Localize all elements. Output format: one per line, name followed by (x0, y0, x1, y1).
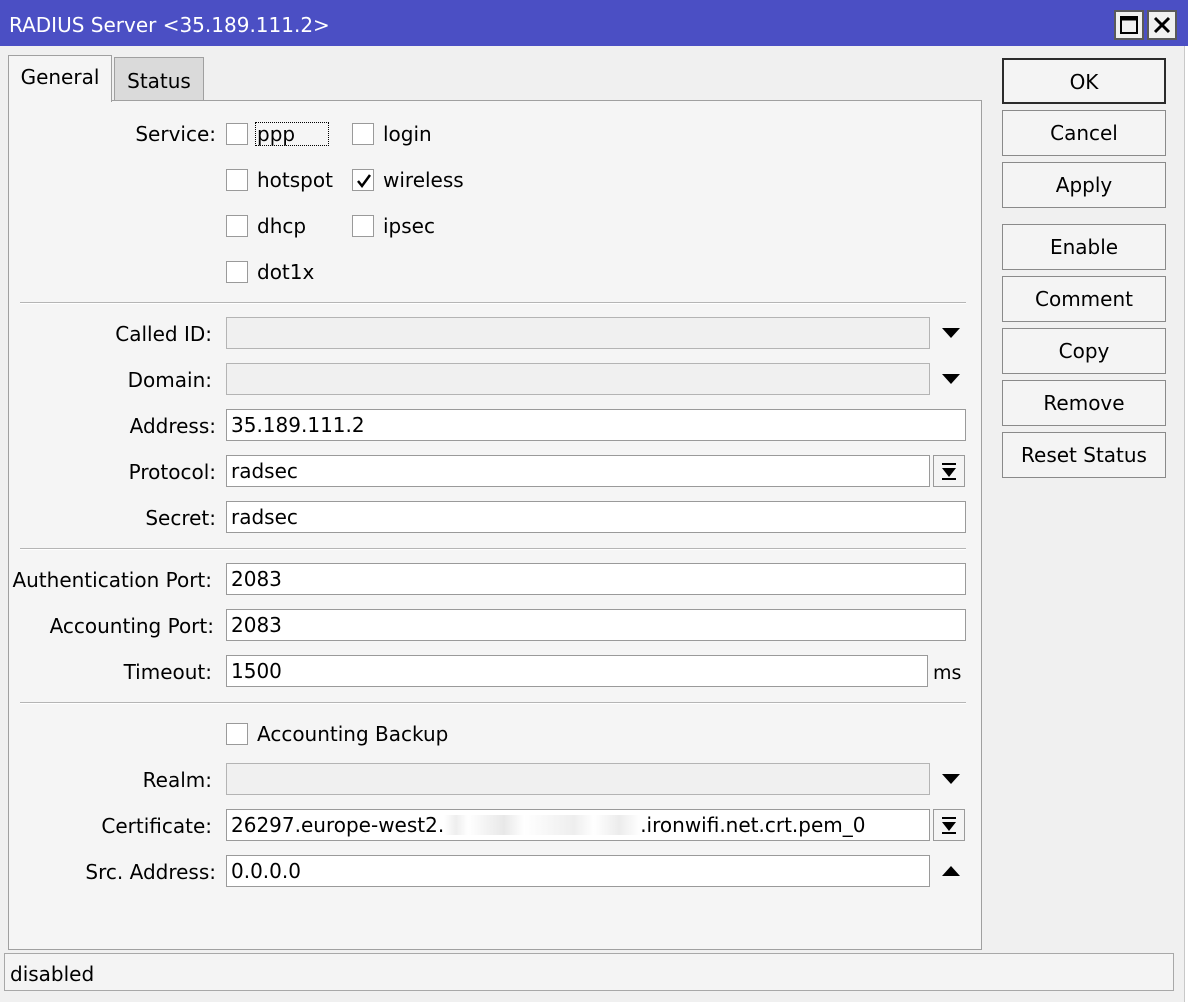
window-title: RADIUS Server <35.189.111.2> (9, 13, 330, 37)
login-label[interactable]: login (383, 123, 432, 145)
tab-general-label: General (20, 65, 100, 89)
comment-button[interactable]: Comment (1002, 276, 1166, 322)
certificate-dropdown-button[interactable] (933, 809, 965, 841)
close-icon (1153, 16, 1171, 34)
realm-label: Realm: (142, 768, 212, 792)
dropdown-list-icon (942, 463, 956, 480)
tab-general[interactable]: General (8, 55, 112, 102)
maximize-icon (1120, 16, 1138, 34)
cancel-button[interactable]: Cancel (1002, 110, 1166, 156)
window-border (1184, 46, 1188, 1002)
status-text: disabled (10, 962, 95, 986)
secret-input[interactable]: radsec (226, 501, 966, 533)
acct-port-label: Accounting Port: (49, 614, 214, 638)
realm-input[interactable] (226, 763, 930, 795)
certificate-label: Certificate: (101, 814, 212, 838)
separator (20, 702, 966, 704)
maximize-button[interactable] (1114, 10, 1144, 40)
accounting-backup-checkbox[interactable] (226, 723, 248, 745)
hotspot-checkbox[interactable] (226, 169, 248, 191)
secret-label: Secret: (145, 506, 216, 530)
check-icon (357, 174, 372, 189)
ppp-checkbox[interactable] (226, 123, 248, 145)
service-label: Service: (135, 122, 216, 146)
called-id-dropdown-icon[interactable] (941, 326, 961, 340)
certificate-select[interactable]: 26297.europe-west2. .ironwifi.net.crt.pem… (226, 809, 930, 841)
title-bar[interactable]: RADIUS Server <35.189.111.2> (0, 0, 1188, 46)
certificate-value-end: .ironwifi.net.crt.pem_0 (640, 813, 866, 837)
acct-port-input[interactable]: 2083 (226, 609, 966, 641)
triangle-up-icon[interactable] (941, 864, 961, 878)
dropdown-list-icon (942, 817, 956, 834)
ipsec-checkbox[interactable] (352, 215, 374, 237)
copy-button[interactable]: Copy (1002, 328, 1166, 374)
wireless-label[interactable]: wireless (383, 169, 464, 191)
ok-button[interactable]: OK (1002, 58, 1166, 104)
remove-button[interactable]: Remove (1002, 380, 1166, 426)
ppp-label[interactable]: ppp (257, 123, 295, 145)
domain-label: Domain: (127, 368, 212, 392)
called-id-label: Called ID: (115, 322, 212, 346)
hotspot-label[interactable]: hotspot (257, 169, 333, 191)
wireless-checkbox[interactable] (352, 169, 374, 191)
address-label: Address: (129, 414, 216, 438)
redacted-text (444, 815, 641, 835)
timeout-unit: ms (933, 662, 962, 684)
domain-dropdown-icon[interactable] (941, 372, 961, 386)
tab-status-label: Status (127, 69, 191, 93)
called-id-input[interactable] (226, 317, 930, 349)
login-checkbox[interactable] (352, 123, 374, 145)
protocol-dropdown-button[interactable] (933, 455, 965, 487)
enable-button[interactable]: Enable (1002, 224, 1166, 270)
separator (20, 302, 966, 304)
dot1x-label[interactable]: dot1x (257, 261, 314, 283)
apply-button[interactable]: Apply (1002, 162, 1166, 208)
protocol-select[interactable]: radsec (226, 455, 930, 487)
dot1x-checkbox[interactable] (226, 261, 248, 283)
protocol-label: Protocol: (128, 460, 216, 484)
status-bar: disabled (4, 953, 1174, 991)
accounting-backup-label[interactable]: Accounting Backup (257, 723, 448, 745)
src-address-input[interactable]: 0.0.0.0 (226, 855, 930, 887)
timeout-label: Timeout: (123, 660, 212, 684)
src-address-label: Src. Address: (85, 860, 216, 884)
close-button[interactable] (1147, 10, 1177, 40)
dhcp-checkbox[interactable] (226, 215, 248, 237)
reset-status-button[interactable]: Reset Status (1002, 432, 1166, 478)
timeout-input[interactable]: 1500 (226, 655, 928, 687)
auth-port-input[interactable]: 2083 (226, 563, 966, 595)
certificate-value-start: 26297.europe-west2. (231, 813, 445, 837)
address-input[interactable]: 35.189.111.2 (226, 409, 966, 441)
separator (20, 548, 966, 550)
realm-dropdown-icon[interactable] (941, 772, 961, 786)
tab-status[interactable]: Status (114, 57, 204, 100)
domain-input[interactable] (226, 363, 930, 395)
ipsec-label[interactable]: ipsec (383, 215, 435, 237)
auth-port-label: Authentication Port: (12, 568, 212, 592)
dhcp-label[interactable]: dhcp (257, 215, 306, 237)
